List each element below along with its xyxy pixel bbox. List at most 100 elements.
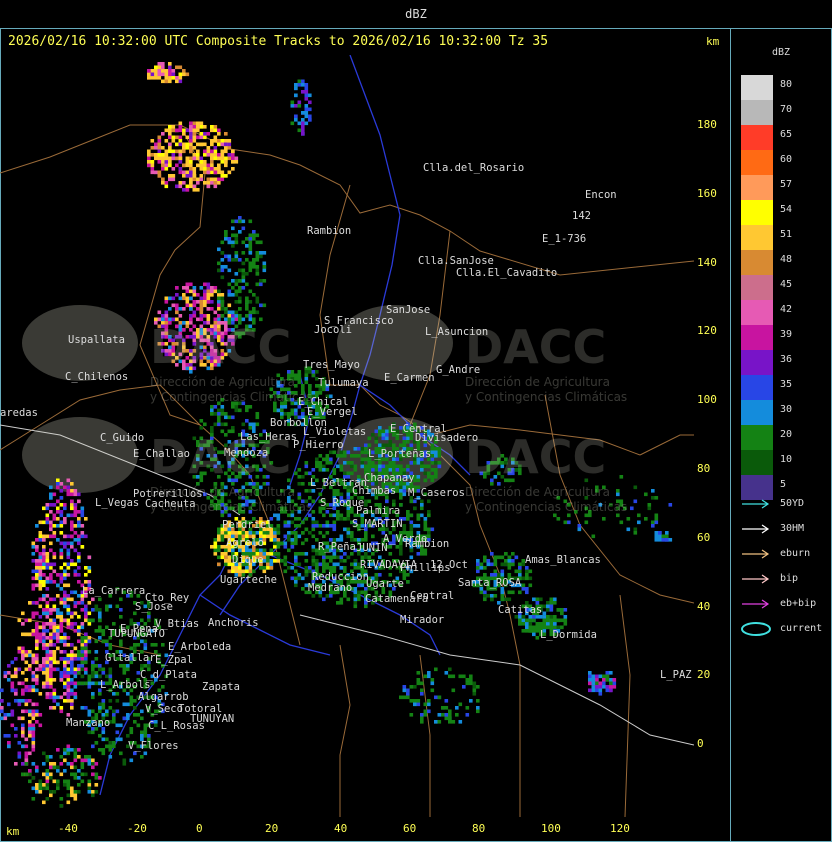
legend-label: 48 (780, 254, 793, 265)
legend-swatch (741, 200, 773, 225)
place-label: C_Chilenos (65, 371, 128, 383)
watermark-logo-text: DACC (465, 320, 607, 374)
track-arrow-icon (742, 524, 770, 534)
app-title: dBZ (405, 7, 427, 21)
legend-label: 45 (780, 279, 793, 290)
legend-label: 30 (780, 404, 793, 415)
place-label: Encon (585, 189, 617, 201)
legend-label: 42 (780, 304, 793, 315)
x-tick-label: 60 (403, 822, 417, 835)
place-label: Uspallata (68, 334, 125, 346)
track-arrow-icon (742, 574, 770, 584)
place-label: SanJose (386, 304, 430, 316)
km-label-top: km (706, 35, 720, 48)
legend-swatch (741, 425, 773, 450)
place-label: C_Guido (100, 432, 144, 444)
legend-swatch (741, 375, 773, 400)
legend-swatch (741, 325, 773, 350)
place-label: L_PAZ (660, 669, 692, 681)
place-label: Jocoli (314, 324, 352, 336)
legend-swatch (741, 125, 773, 150)
place-label: Gltallar (105, 652, 156, 664)
place-label: L_Dormida (540, 629, 597, 641)
y-tick-label: 100 (697, 393, 717, 407)
place-label: Clla.del_Rosario (423, 162, 524, 174)
legend-swatch (741, 100, 773, 125)
composite-header: 2026/02/16 10:32:00 UTC Composite Tracks… (8, 34, 549, 49)
place-label: S_MARTIN (352, 518, 403, 530)
watermark-logo-text: DACC (150, 320, 292, 374)
place-label: M_Caseros (408, 487, 465, 499)
track-label: 50YD (780, 498, 805, 509)
legend-swatch (741, 450, 773, 475)
legend-title: dBZ (772, 47, 791, 58)
place-label: Palmira (356, 505, 400, 517)
place-label: Dique (232, 554, 264, 566)
legend-swatch (741, 275, 773, 300)
current-ellipse-icon (741, 622, 771, 636)
track-arrow-icon (742, 549, 770, 559)
y-tick-label: 0 (697, 737, 704, 751)
place-label: JUNIN (356, 542, 388, 554)
place-label: Anchoris (208, 617, 259, 629)
place-label: L_Violetas (303, 426, 366, 438)
place-label: Chapanay (364, 472, 415, 484)
y-tick-label: 120 (697, 324, 717, 338)
place-label: Clla.SanJose (418, 255, 494, 267)
y-tick-label: 40 (697, 599, 711, 613)
place-label: 142 (572, 210, 591, 222)
place-label: L_Arbols (100, 679, 151, 691)
y-tick-label: 20 (697, 668, 711, 682)
x-tick-label: 20 (265, 822, 279, 835)
x-tick-label: -40 (58, 822, 78, 835)
legend-swatch (741, 150, 773, 175)
legend-label: 54 (780, 204, 793, 215)
track-label: eburn (780, 548, 811, 559)
km-label-bottom: km (6, 825, 20, 838)
watermark-logo-text: DACC (150, 430, 292, 484)
x-tick-label: 100 (541, 822, 561, 835)
track-label: bip (780, 573, 799, 584)
y-tick-label: 160 (697, 186, 717, 200)
place-label: Agrelo (226, 537, 264, 549)
place-label: Santa_ROSA (458, 577, 522, 589)
legend-label: 80 (780, 79, 793, 90)
y-tick-label: 60 (697, 530, 711, 544)
place-label: aredas (0, 407, 38, 419)
watermark-subtitle: Dirección de Agricultura y Contingencias … (150, 375, 313, 404)
place-label: S_Jose (135, 601, 173, 613)
place-label: Chimbas (352, 485, 396, 497)
y-tick-label: 180 (697, 118, 717, 131)
legend-label: 51 (780, 229, 793, 240)
legend-label: 10 (780, 454, 793, 465)
legend-swatch (741, 300, 773, 325)
place-label: 12_Oct (430, 559, 468, 571)
track-label: current (780, 623, 823, 634)
watermark-subtitle: Dirección de Agricultura y Contingencias … (465, 485, 628, 514)
legend-label: 39 (780, 329, 793, 340)
place-label: P_Hierro (293, 439, 344, 451)
place-label: Medrano (308, 582, 352, 594)
x-tick-label: -20 (127, 822, 147, 835)
place-label: E_Carmen (384, 372, 435, 384)
place-label: Rambion (405, 538, 449, 550)
track-arrow-icon (742, 599, 770, 609)
place-label: Manzano (66, 717, 110, 729)
y-tick-label: 140 (697, 255, 717, 269)
place-label: Catitas (498, 604, 542, 616)
place-label: La_Carrera (82, 585, 145, 597)
place-label: Reduccion (312, 571, 369, 583)
place-label: Zapata (202, 681, 240, 693)
place-label: R_Peña (318, 541, 356, 553)
place-label: E_Zpal (155, 654, 193, 666)
watermark-subtitle: Dirección de Agricultura y Contingencias … (150, 485, 313, 514)
place-label: L_Vegas (95, 497, 139, 509)
watermark-subtitle: Dirección de Agricultura y Contingencias … (465, 375, 628, 404)
track-label: eb+bip (780, 598, 817, 609)
y-tick-label: 80 (697, 462, 711, 475)
place-label: Ugarteche (220, 574, 277, 586)
x-tick-label: 40 (334, 822, 348, 835)
place-label: Clla.El_Cavadito (456, 267, 557, 279)
legend-label: 36 (780, 354, 793, 365)
legend-swatch (741, 400, 773, 425)
